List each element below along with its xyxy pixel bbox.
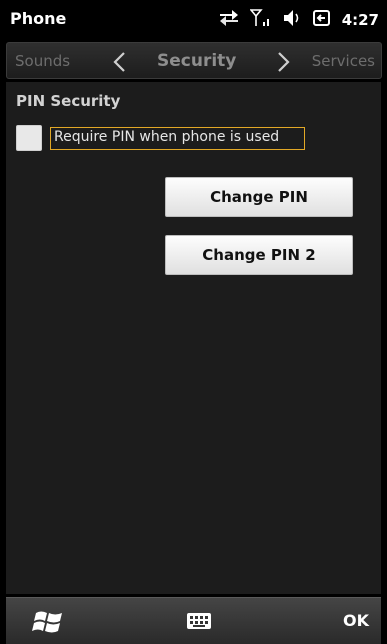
title-bar: Phone 4:27 (0, 0, 387, 40)
tab-sounds[interactable]: Sounds (15, 52, 70, 70)
ok-button[interactable]: OK (343, 611, 369, 630)
clock: 4:27 (341, 11, 379, 29)
tab-strip[interactable]: Sounds Security Services (6, 42, 382, 79)
require-pin-checkbox[interactable] (16, 125, 42, 151)
change-pin2-button[interactable]: Change PIN 2 (165, 235, 353, 275)
data-transfer-icon (218, 8, 240, 32)
bottom-bar: OK (6, 597, 381, 644)
battery-icon (312, 8, 332, 32)
chevron-left-icon[interactable] (111, 51, 127, 77)
keyboard-icon[interactable] (186, 610, 212, 632)
tab-services[interactable]: Services (312, 52, 375, 70)
phone-screen: Phone 4:27 Sounds Security Services PIN … (0, 0, 387, 644)
volume-icon (282, 8, 302, 32)
require-pin-label[interactable]: Require PIN when phone is used (50, 127, 305, 150)
app-title: Phone (10, 9, 67, 28)
status-icons: 4:27 (218, 7, 379, 33)
windows-start-icon[interactable] (32, 607, 66, 637)
signal-icon (248, 8, 272, 32)
change-pin-button[interactable]: Change PIN (165, 177, 353, 217)
tab-security[interactable]: Security (157, 51, 236, 71)
section-title: PIN Security (16, 92, 121, 110)
chevron-right-icon[interactable] (276, 51, 292, 77)
settings-content: PIN Security Require PIN when phone is u… (6, 82, 381, 594)
